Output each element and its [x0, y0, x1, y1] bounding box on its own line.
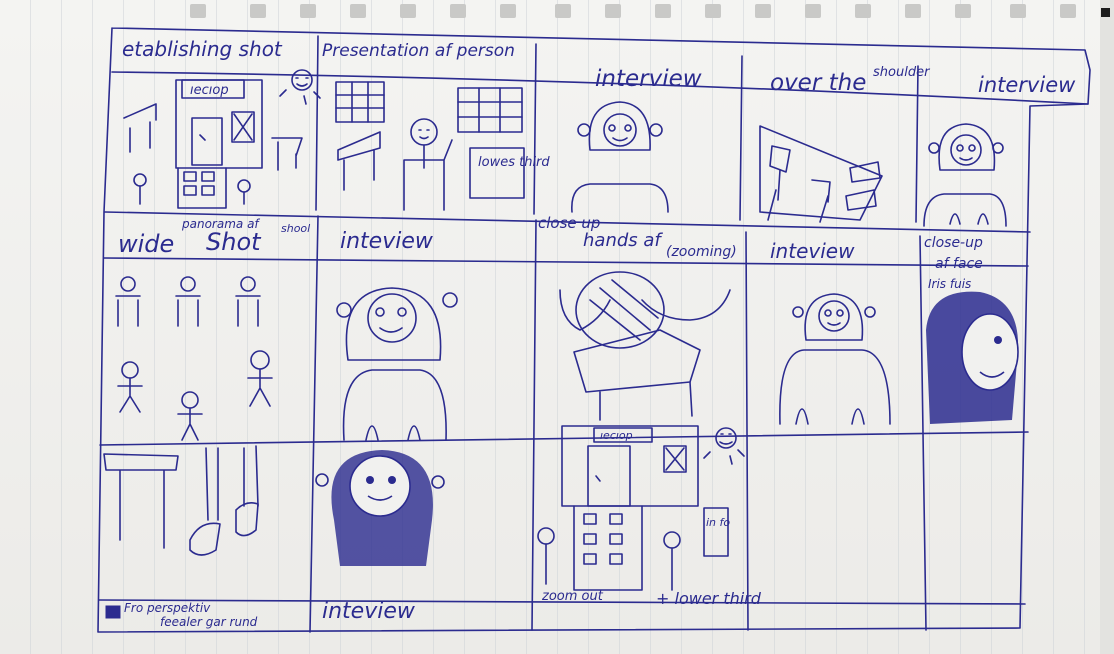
caption-perspective: Fro perspektiv: [124, 601, 211, 615]
interview-girl-1: [571, 101, 669, 213]
storyboard-sketch: etablishing shot Presentation af person …: [97, 27, 1091, 633]
caption-wide: wide: [118, 230, 174, 258]
school-zoom-out-sketch: [537, 425, 745, 591]
caption-lower-third: + lower third: [656, 589, 762, 608]
row3-captions: Fro perspektiv feealer gar rund inteview…: [105, 589, 762, 629]
caption-iris-fuis: Iris fuis: [928, 277, 971, 291]
row2-captions: wide panorama af Shot shool inteview clo…: [118, 214, 983, 291]
over-shoulder-sketch: [759, 125, 883, 223]
sign-label-top: ıecıop: [190, 83, 229, 98]
caption-interview-2: interview: [978, 73, 1076, 97]
caption-zoom-out: zoom out: [541, 589, 604, 604]
closeup-face-sketch: [926, 291, 1019, 424]
caption-interview-3: inteview: [340, 229, 434, 254]
person-presentation-sketch: [335, 81, 525, 211]
classroom-wide-sketch: [115, 276, 273, 441]
interview-girl-3: [336, 287, 458, 441]
hands-closeup-sketch: [559, 271, 731, 421]
caption-interview-4: inteview: [770, 239, 855, 263]
interview-girl-2: [923, 123, 1007, 227]
interview-girl-5: [315, 450, 445, 566]
interview-girl-4: [779, 293, 891, 425]
info-box-text: in fo: [706, 516, 730, 529]
caption-shoulder: shoulder: [873, 65, 931, 80]
caption-interview-5: inteview: [322, 599, 416, 624]
caption-zooming: (zooming): [666, 244, 737, 260]
caption-af-face: af face: [935, 256, 983, 272]
caption-over-the: over the: [770, 70, 866, 96]
caption-shool: shool: [281, 222, 310, 235]
lower-third-box: lowes third: [478, 155, 550, 170]
caption-hands-af: hands af: [583, 230, 663, 251]
caption-establishing-shot: etablishing shot: [122, 37, 283, 61]
caption-presentation-person: Presentation af person: [322, 41, 515, 61]
caption-perspective-2: feealer gar rund: [160, 615, 258, 629]
caption-interview-1: interview: [595, 66, 702, 92]
scribble-mark: [105, 605, 121, 619]
perspective-sketch: [103, 445, 259, 556]
school-sign-text-2: ıecıop: [600, 429, 633, 442]
lower-third-text: lowes third: [478, 155, 550, 170]
caption-close-up-face: close-up: [924, 235, 983, 251]
caption-shot: Shot: [206, 228, 262, 256]
school-sign-text: ıecıop: [190, 83, 229, 98]
